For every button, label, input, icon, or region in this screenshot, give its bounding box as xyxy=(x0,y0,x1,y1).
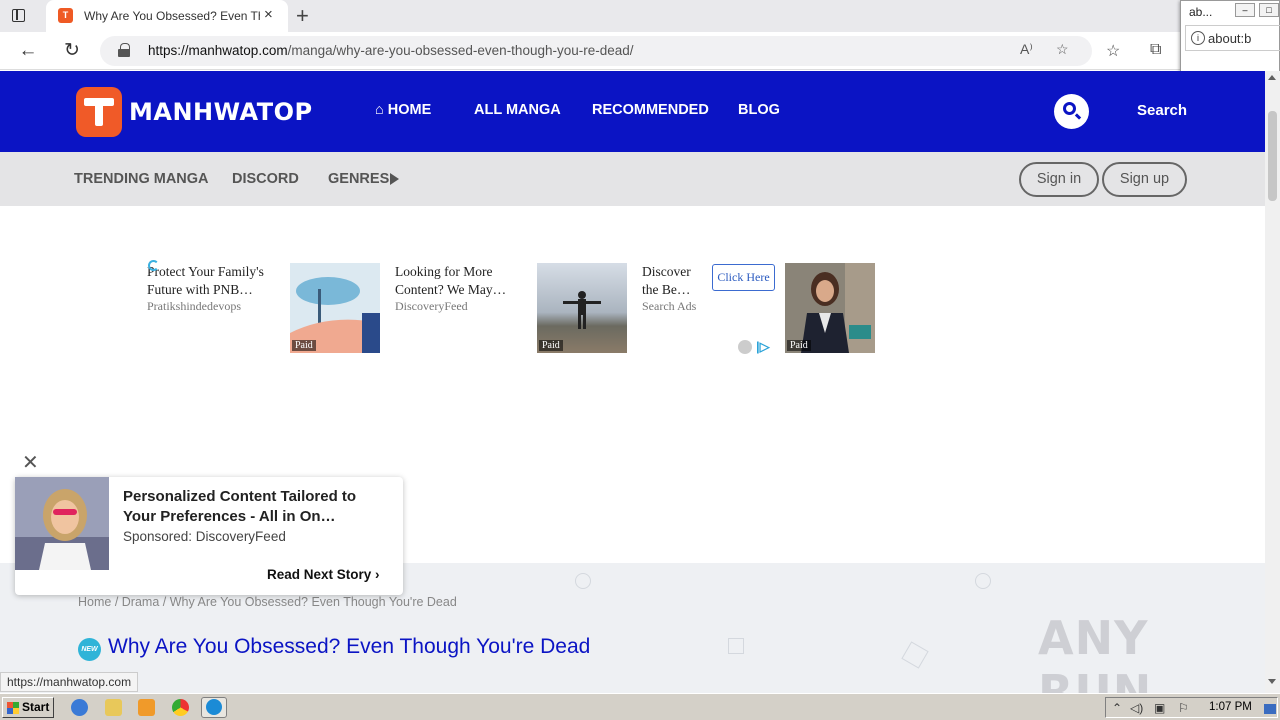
url-text: https://manhwatop.com/manga/why-are-you-… xyxy=(148,43,634,58)
ad-source: DiscoveryFeed xyxy=(395,299,468,313)
genres-arrow-icon[interactable] xyxy=(390,173,399,185)
system-tray: ⌃ ◁) ▣ ⚐ 1:07 PM xyxy=(1105,697,1278,718)
sticky-ad-headline: Personalized Content Tailored to Your Pr… xyxy=(123,488,357,525)
read-next-story-link[interactable]: Read Next Story › xyxy=(267,567,380,582)
status-url: https://manhwatop.com xyxy=(0,672,139,692)
loading-spinner-icon xyxy=(148,260,159,271)
ad-title: Discover the Be… xyxy=(642,264,691,297)
breadcrumb-home[interactable]: Home xyxy=(78,595,111,609)
lock-icon xyxy=(118,43,130,57)
nav-recommended[interactable]: RECOMMENDED xyxy=(592,102,709,118)
ad-item[interactable]: Protect Your Family's Future with PNB… P… xyxy=(147,263,277,314)
url-field[interactable]: https://manhwatop.com/manga/why-are-you-… xyxy=(100,36,1092,66)
breadcrumb: Home / Drama / Why Are You Obsessed? Eve… xyxy=(78,595,457,609)
ad-source: Search Ads xyxy=(642,299,697,313)
folder-icon[interactable] xyxy=(105,699,122,716)
nav-home-label: HOME xyxy=(387,102,432,118)
site-header: MANHWATOP ⌂ HOME ALL MANGA RECOMMENDED B… xyxy=(0,71,1265,152)
show-desktop-icon[interactable] xyxy=(1264,704,1276,714)
network-icon[interactable]: ▣ xyxy=(1154,701,1165,715)
ad-source: Pratikshindedevops xyxy=(147,299,241,313)
windows-logo-icon xyxy=(7,702,19,714)
ad-title: Protect Your Family's Future with PNB… xyxy=(147,264,264,297)
back-arrow-icon[interactable]: ← xyxy=(16,39,40,63)
logo-icon[interactable] xyxy=(76,87,122,137)
sticky-ad-woman-icon xyxy=(15,477,109,570)
popup-minimize-icon[interactable]: – xyxy=(1235,3,1255,17)
address-bar-row: ← ↻ https://manhwatop.com/manga/why-are-… xyxy=(0,32,1280,70)
popup-url-text: about:b xyxy=(1208,31,1252,46)
site-favicon-icon: T xyxy=(58,8,73,23)
subnav-discord[interactable]: DISCORD xyxy=(232,171,299,187)
ad-choices-icon[interactable] xyxy=(738,340,752,354)
subnav-trending-manga[interactable]: TRENDING MANGA xyxy=(74,171,209,187)
browser-tab[interactable]: T Why Are You Obsessed? Even Though You'… xyxy=(46,0,288,32)
paid-label: Paid xyxy=(539,340,563,351)
nav-home[interactable]: ⌂ HOME xyxy=(375,102,431,118)
url-path: /manga/why-are-you-obsessed-even-though-… xyxy=(287,43,634,58)
favorites-icon[interactable]: ☆ xyxy=(1106,41,1120,61)
popup-title: ab... xyxy=(1189,5,1213,19)
new-tab-button[interactable]: + xyxy=(296,3,309,29)
scroll-up-icon[interactable] xyxy=(1268,75,1276,80)
sticky-ad-image[interactable] xyxy=(15,477,109,570)
tab-title: Why Are You Obsessed? Even Though You're… xyxy=(84,9,260,23)
taskbar: Start ⌃ ◁) ▣ ⚐ 1:07 PM xyxy=(0,693,1280,720)
sign-in-button[interactable]: Sign in xyxy=(1019,162,1099,197)
chrome-icon[interactable] xyxy=(172,699,189,716)
nav-blog[interactable]: BLOG xyxy=(738,102,780,118)
subnav-genres[interactable]: GENRES xyxy=(328,171,389,187)
popup-maximize-icon[interactable]: □ xyxy=(1259,3,1279,17)
tray-arrow-icon[interactable]: ⌃ xyxy=(1112,701,1122,715)
vertical-scrollbar[interactable] xyxy=(1265,71,1280,693)
ad-item[interactable]: Discover the Be… Search Ads xyxy=(642,263,704,314)
anyrun-watermark: ANY RUN xyxy=(1038,611,1153,693)
scrollbar-thumb[interactable] xyxy=(1268,111,1277,201)
click-here-button[interactable]: Click Here xyxy=(712,264,775,291)
add-favorite-icon[interactable]: ☆ xyxy=(1056,41,1069,58)
start-label: Start xyxy=(22,700,50,714)
read-aloud-icon[interactable]: A⁾ xyxy=(1020,41,1033,58)
search-label[interactable]: Search xyxy=(1137,102,1187,119)
search-button[interactable] xyxy=(1054,94,1089,129)
home-icon: ⌂ xyxy=(375,102,388,118)
breadcrumb-drama[interactable]: Drama xyxy=(122,595,160,609)
browser-tab-bar: T Why Are You Obsessed? Even Though You'… xyxy=(0,0,1280,32)
tab-close-icon[interactable]: × xyxy=(264,6,273,23)
scroll-down-icon[interactable] xyxy=(1268,679,1276,684)
volume-icon[interactable]: ◁) xyxy=(1130,701,1143,715)
edge-icon xyxy=(206,699,222,715)
breadcrumb-current: Why Are You Obsessed? Even Though You're… xyxy=(169,595,457,609)
collections-icon[interactable]: ⧉ xyxy=(1150,41,1161,59)
paid-label: Paid xyxy=(292,340,316,351)
sub-nav: TRENDING MANGA DISCORD GENRES Sign in Si… xyxy=(0,152,1265,206)
edge-taskbar-button[interactable] xyxy=(201,697,227,718)
clock: 1:07 PM xyxy=(1209,701,1252,713)
start-button[interactable]: Start xyxy=(2,697,54,718)
new-badge-icon: NEW xyxy=(78,638,101,661)
ad-info-icon[interactable]: |▷ xyxy=(756,339,770,355)
search-icon xyxy=(1063,102,1076,115)
ad-title: Looking for More Content? We May… xyxy=(395,264,507,297)
url-host: https://manhwatop.com xyxy=(148,43,288,58)
media-player-icon[interactable] xyxy=(138,699,155,716)
paid-label: Paid xyxy=(787,340,811,351)
logo-text[interactable]: MANHWATOP xyxy=(129,98,313,126)
flag-icon[interactable]: ⚐ xyxy=(1178,701,1189,715)
internet-explorer-icon[interactable] xyxy=(71,699,88,716)
ad-image[interactable]: Paid xyxy=(785,263,875,353)
info-icon: i xyxy=(1191,31,1205,45)
popup-url-field[interactable]: i about:b xyxy=(1185,25,1280,51)
sticky-ad-sponsor: Sponsored: DiscoveryFeed xyxy=(123,529,286,544)
sign-up-button[interactable]: Sign up xyxy=(1102,162,1187,197)
sticky-ad[interactable]: Personalized Content Tailored to Your Pr… xyxy=(15,477,403,595)
refresh-icon[interactable]: ↻ xyxy=(60,39,84,63)
nav-all-manga[interactable]: ALL MANGA xyxy=(474,102,561,118)
tab-actions-icon[interactable] xyxy=(8,6,30,26)
ad-image[interactable]: Paid xyxy=(290,263,380,353)
ad-image[interactable]: Paid xyxy=(537,263,627,353)
sticky-ad-close-icon[interactable]: ✕ xyxy=(22,450,39,475)
page-title: Why Are You Obsessed? Even Though You're… xyxy=(108,635,591,658)
ad-item[interactable]: Looking for More Content? We May… Discov… xyxy=(395,263,520,314)
